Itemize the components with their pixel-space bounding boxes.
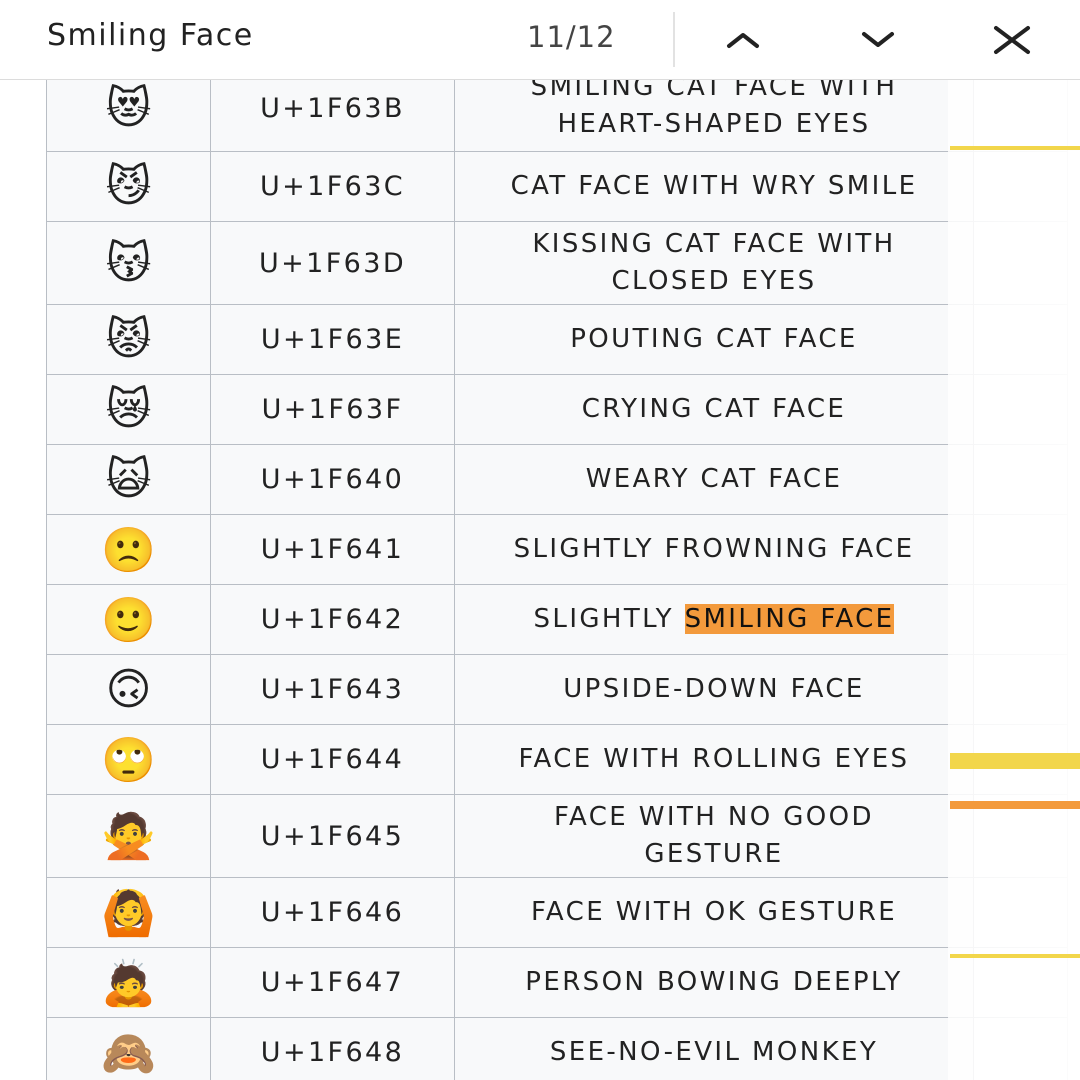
table-row: 🙄 U+1F644 FACE WITH ROLLING EYES [46, 724, 1068, 795]
emoji-glyph: 🙃 [46, 654, 211, 725]
emoji-glyph: 😼 [46, 151, 211, 222]
emoji-name: WEARY CAT FACE [454, 444, 974, 515]
emoji-name-line: UPSIDE-DOWN FACE [563, 674, 865, 704]
empty-cell [973, 947, 1068, 1018]
emoji-name: SLIGHTLY FROWNING FACE [454, 514, 974, 585]
emoji-name-line: SLIGHTLY FROWNING FACE [513, 534, 915, 564]
table-row: 🙅 U+1F645 FACE WITH NO GOOD GESTURE [46, 794, 1068, 878]
table-row: 😽 U+1F63D KISSING CAT FACE WITH CLOSED E… [46, 221, 1068, 305]
emoji-name: FACE WITH OK GESTURE [454, 877, 974, 948]
emoji-name: CRYING CAT FACE [454, 374, 974, 445]
emoji-name-line: FACE WITH OK GESTURE [530, 897, 898, 927]
code-point: U+1F648 [210, 1017, 455, 1080]
emoji-name-line: HEART-SHAPED EYES [557, 109, 871, 139]
code-point: U+1F645 [210, 794, 455, 878]
empty-cell [973, 304, 1068, 375]
match-marker[interactable] [950, 954, 1080, 958]
empty-cell [973, 444, 1068, 515]
table-row: 🙇 U+1F647 PERSON BOWING DEEPLY [46, 947, 1068, 1018]
emoji-glyph: 🙄 [46, 724, 211, 795]
emoji-name-line: CRYING CAT FACE [581, 394, 847, 424]
emoji-glyph: 😾 [46, 304, 211, 375]
emoji-glyph: 🙇 [46, 947, 211, 1018]
emoji-name: KISSING CAT FACE WITH CLOSED EYES [454, 221, 974, 305]
emoji-name-line: POUTING CAT FACE [570, 324, 858, 354]
code-point: U+1F63E [210, 304, 455, 375]
table-row: 🙆 U+1F646 FACE WITH OK GESTURE [46, 877, 1068, 948]
emoji-name: CAT FACE WITH WRY SMILE [454, 151, 974, 222]
find-query-input[interactable]: Smiling Face [47, 18, 254, 53]
empty-cell [973, 654, 1068, 725]
empty-cell [973, 514, 1068, 585]
emoji-glyph: 🙆 [46, 877, 211, 948]
empty-cell [973, 877, 1068, 948]
find-in-page-bar: Smiling Face 11/12 [0, 0, 1080, 80]
emoji-glyph: 🙀 [46, 444, 211, 515]
code-point: U+1F640 [210, 444, 455, 515]
table-row: 🙈 U+1F648 SEE-NO-EVIL MONKEY [46, 1017, 1068, 1080]
table-row: 🙁 U+1F641 SLIGHTLY FROWNING FACE [46, 514, 1068, 585]
table-row: 😼 U+1F63C CAT FACE WITH WRY SMILE [46, 151, 1068, 222]
find-match-count: 11/12 [527, 20, 616, 54]
code-point: U+1F63F [210, 374, 455, 445]
empty-cell [973, 1017, 1068, 1080]
empty-cell [973, 374, 1068, 445]
code-point: U+1F63D [210, 221, 455, 305]
chevron-down-icon [862, 32, 894, 47]
emoji-glyph: 😿 [46, 374, 211, 445]
table-row: 🙃 U+1F643 UPSIDE-DOWN FACE [46, 654, 1068, 725]
emoji-name-line: CAT FACE WITH WRY SMILE [510, 171, 918, 201]
table-row: 🙂 U+1F642 SLIGHTLY SMILING FACE [46, 584, 1068, 655]
emoji-name-line: CLOSED EYES [611, 266, 817, 296]
close-find-button[interactable] [982, 14, 1042, 66]
code-point: U+1F643 [210, 654, 455, 725]
code-point: U+1F63C [210, 151, 455, 222]
close-icon [994, 26, 1030, 54]
emoji-name: UPSIDE-DOWN FACE [454, 654, 974, 725]
emoji-name: FACE WITH NO GOOD GESTURE [454, 794, 974, 878]
emoji-name: POUTING CAT FACE [454, 304, 974, 375]
emoji-name: PERSON BOWING DEEPLY [454, 947, 974, 1018]
emoji-name: SEE-NO-EVIL MONKEY [454, 1017, 974, 1080]
divider [673, 12, 675, 67]
code-point: U+1F646 [210, 877, 455, 948]
previous-match-button[interactable] [713, 14, 773, 66]
emoji-glyph: 😽 [46, 221, 211, 305]
emoji-name-line: SEE-NO-EVIL MONKEY [549, 1037, 879, 1067]
code-point: U+1F644 [210, 724, 455, 795]
emoji-name-line: GESTURE [644, 839, 784, 869]
emoji-name-line: PERSON BOWING DEEPLY [525, 967, 903, 997]
active-match-marker[interactable] [950, 801, 1080, 809]
emoji-table: 😻 U+1F63B SMILING CAT FACE WITH HEART-SH… [46, 64, 1068, 1080]
emoji-name-line: KISSING CAT FACE WITH [532, 229, 896, 259]
table-row: 🙀 U+1F640 WEARY CAT FACE [46, 444, 1068, 515]
emoji-name-prefix: SLIGHTLY [533, 604, 685, 634]
active-find-match: SMILING FACE [684, 604, 895, 634]
emoji-glyph: 🙁 [46, 514, 211, 585]
empty-cell [973, 584, 1068, 655]
code-point: U+1F641 [210, 514, 455, 585]
emoji-name: FACE WITH ROLLING EYES [454, 724, 974, 795]
emoji-table-container[interactable]: 😻 U+1F63B SMILING CAT FACE WITH HEART-SH… [0, 0, 1080, 1080]
emoji-glyph: 🙅 [46, 794, 211, 878]
chevron-up-icon [727, 33, 759, 48]
code-point: U+1F647 [210, 947, 455, 1018]
next-match-button[interactable] [848, 14, 908, 66]
match-marker[interactable] [950, 753, 1080, 769]
match-marker[interactable] [950, 146, 1080, 150]
code-point: U+1F642 [210, 584, 455, 655]
emoji-name-line: FACE WITH ROLLING EYES [518, 744, 910, 774]
emoji-name: SLIGHTLY SMILING FACE [454, 584, 974, 655]
empty-cell [973, 221, 1068, 305]
emoji-name-line: FACE WITH NO GOOD [554, 802, 874, 832]
empty-cell [973, 151, 1068, 222]
table-row: 😿 U+1F63F CRYING CAT FACE [46, 374, 1068, 445]
table-row: 😾 U+1F63E POUTING CAT FACE [46, 304, 1068, 375]
emoji-name-line: WEARY CAT FACE [585, 464, 843, 494]
emoji-glyph: 🙈 [46, 1017, 211, 1080]
emoji-glyph: 🙂 [46, 584, 211, 655]
